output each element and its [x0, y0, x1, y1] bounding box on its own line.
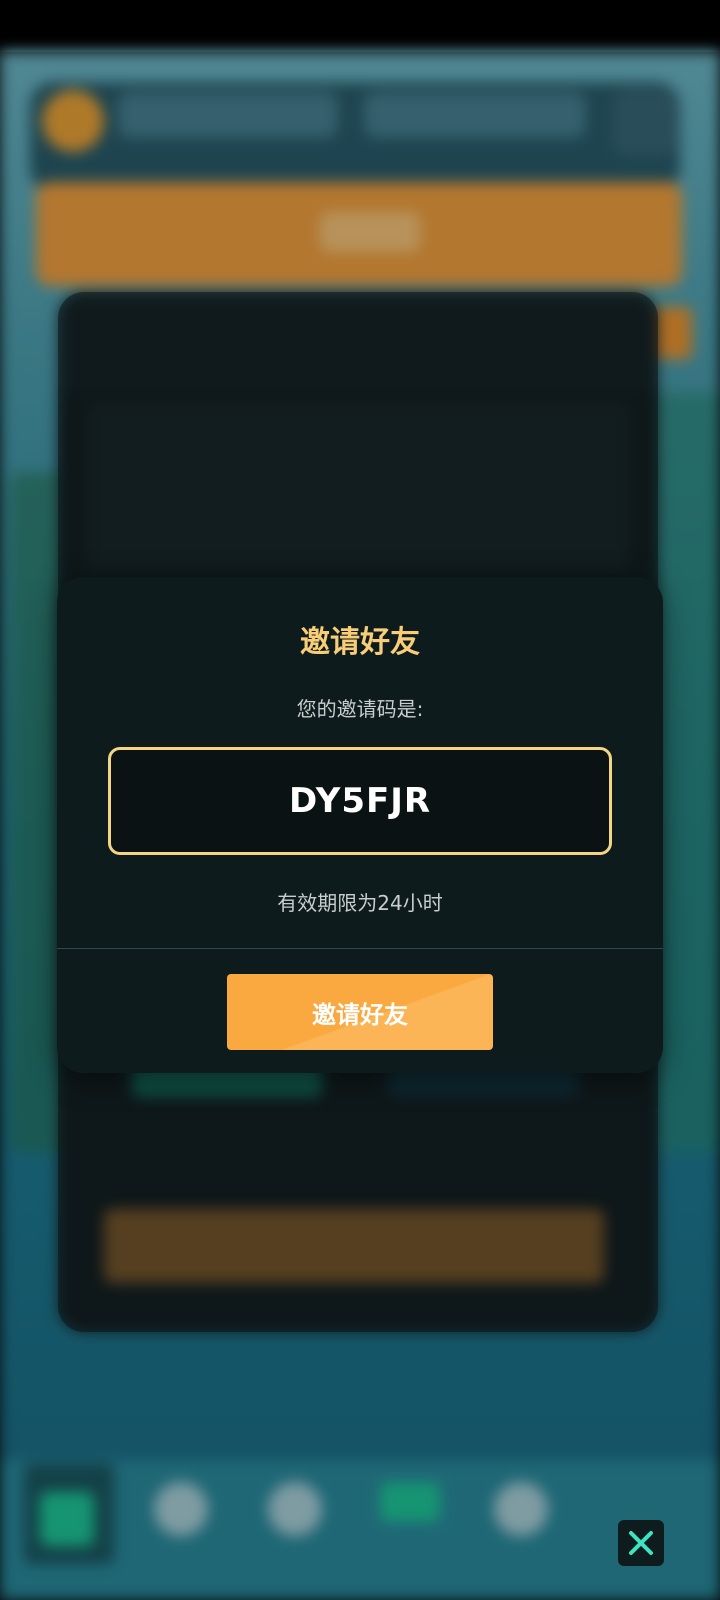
- close-icon: [629, 1531, 653, 1555]
- status-bar: [0, 0, 720, 52]
- validity-note: 有效期限为24小时: [277, 891, 443, 915]
- modal-divider: [57, 948, 663, 949]
- close-button[interactable]: [618, 1520, 664, 1566]
- invite-friend-modal: 邀请好友 您的邀请码是: DY5FJR 有效期限为24小时 邀请好友: [57, 577, 663, 1073]
- invite-code-label: 您的邀请码是:: [296, 697, 424, 721]
- invite-code-box[interactable]: DY5FJR: [108, 747, 612, 855]
- invite-code: DY5FJR: [288, 781, 432, 821]
- invite-friend-button[interactable]: 邀请好友: [227, 974, 493, 1050]
- modal-title: 邀请好友: [300, 625, 420, 660]
